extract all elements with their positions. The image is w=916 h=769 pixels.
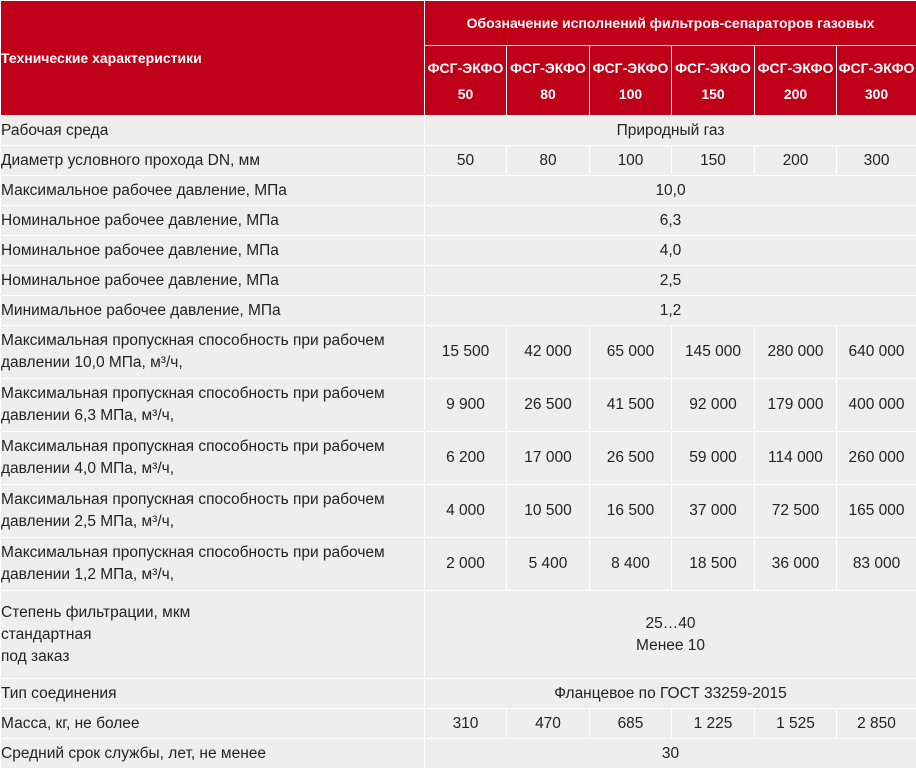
row-value: 4,0 [425,236,916,266]
cell-value: 470 [507,709,590,739]
row-label: Максимальная пропускная способность при … [1,538,425,591]
cell-value: 310 [425,709,507,739]
characteristics-header: Технические характеристики [1,1,425,116]
row-label: Номинальное рабочее давление, МПа [1,266,425,296]
cell-value: 10 500 [507,485,590,538]
cell-value: 92 000 [672,379,755,432]
spec-table: Технические характеристики Обозначение и… [0,0,916,769]
cell-value: 685 [590,709,672,739]
row-capacity-25: Максимальная пропускная способность при … [1,485,916,538]
cell-value: 42 000 [507,326,590,379]
cell-value: 72 500 [755,485,837,538]
model-header: ФСГ-ЭКФО150 [672,46,755,116]
row-label: Номинальное рабочее давление, МПа [1,236,425,266]
row-value: 30 [425,739,916,769]
cell-value: 1 525 [755,709,837,739]
cell-value: 15 500 [425,326,507,379]
row-label: Тип соединения [1,679,425,709]
row-dn: Диаметр условного прохода DN, мм 50 80 1… [1,146,916,176]
cell-value: 83 000 [837,538,916,591]
row-label: Степень фильтрации, мкмстандартнаяпод за… [1,591,425,679]
row-label: Номинальное рабочее давление, МПа [1,206,425,236]
cell-value: 114 000 [755,432,837,485]
row-capacity-10: Максимальная пропускная способность при … [1,326,916,379]
cell-value: 16 500 [590,485,672,538]
cell-value: 280 000 [755,326,837,379]
row-value: Природный газ [425,116,916,146]
cell-value: 6 200 [425,432,507,485]
cell-value: 2 850 [837,709,916,739]
cell-value: 1 225 [672,709,755,739]
row-value: 25…40Менее 10 [425,591,916,679]
row-label: Рабочая среда [1,116,425,146]
cell-value: 179 000 [755,379,837,432]
row-label: Максимальная пропускная способность при … [1,485,425,538]
row-label: Максимальная пропускная способность при … [1,379,425,432]
cell-value: 26 500 [507,379,590,432]
cell-value: 8 400 [590,538,672,591]
row-label: Средний срок службы, лет, не менее [1,739,425,769]
cell-value: 9 900 [425,379,507,432]
row-medium: Рабочая среда Природный газ [1,116,916,146]
model-header: ФСГ-ЭКФО300 [837,46,916,116]
row-label: Масса, кг, не более [1,709,425,739]
row-capacity-12: Максимальная пропускная способность при … [1,538,916,591]
row-label: Максимальная пропускная способность при … [1,432,425,485]
row-value: 1,2 [425,296,916,326]
row-value: 6,3 [425,206,916,236]
cell-value: 59 000 [672,432,755,485]
model-header: ФСГ-ЭКФО50 [425,46,507,116]
designation-header: Обозначение исполнений фильтров-сепарато… [425,1,916,46]
cell-value: 50 [425,146,507,176]
cell-value: 300 [837,146,916,176]
cell-value: 150 [672,146,755,176]
model-header: ФСГ-ЭКФО100 [590,46,672,116]
row-label: Максимальная пропускная способность при … [1,326,425,379]
row-nom-pressure-3: Номинальное рабочее давление, МПа 2,5 [1,266,916,296]
cell-value: 2 000 [425,538,507,591]
row-capacity-40: Максимальная пропускная способность при … [1,432,916,485]
row-capacity-63: Максимальная пропускная способность при … [1,379,916,432]
cell-value: 18 500 [672,538,755,591]
cell-value: 26 500 [590,432,672,485]
cell-value: 17 000 [507,432,590,485]
cell-value: 200 [755,146,837,176]
row-service-life: Средний срок службы, лет, не менее 30 [1,739,916,769]
row-filtration: Степень фильтрации, мкмстандартнаяпод за… [1,591,916,679]
row-label: Максимальное рабочее давление, МПа [1,176,425,206]
cell-value: 36 000 [755,538,837,591]
cell-value: 640 000 [837,326,916,379]
cell-value: 80 [507,146,590,176]
row-mass: Масса, кг, не более 310 470 685 1 225 1 … [1,709,916,739]
cell-value: 37 000 [672,485,755,538]
cell-value: 41 500 [590,379,672,432]
row-nom-pressure-1: Номинальное рабочее давление, МПа 6,3 [1,206,916,236]
cell-value: 145 000 [672,326,755,379]
model-header: ФСГ-ЭКФО200 [755,46,837,116]
row-value: 2,5 [425,266,916,296]
cell-value: 165 000 [837,485,916,538]
cell-value: 400 000 [837,379,916,432]
cell-value: 65 000 [590,326,672,379]
cell-value: 4 000 [425,485,507,538]
row-label: Диаметр условного прохода DN, мм [1,146,425,176]
row-nom-pressure-2: Номинальное рабочее давление, МПа 4,0 [1,236,916,266]
row-label: Минимальное рабочее давление, МПа [1,296,425,326]
model-header: ФСГ-ЭКФО80 [507,46,590,116]
cell-value: 100 [590,146,672,176]
row-connection: Тип соединения Фланцевое по ГОСТ 33259-2… [1,679,916,709]
header-row-top: Технические характеристики Обозначение и… [1,1,916,46]
cell-value: 260 000 [837,432,916,485]
cell-value: 5 400 [507,538,590,591]
row-value: 10,0 [425,176,916,206]
row-max-pressure: Максимальное рабочее давление, МПа 10,0 [1,176,916,206]
row-min-pressure: Минимальное рабочее давление, МПа 1,2 [1,296,916,326]
row-value: Фланцевое по ГОСТ 33259-2015 [425,679,916,709]
